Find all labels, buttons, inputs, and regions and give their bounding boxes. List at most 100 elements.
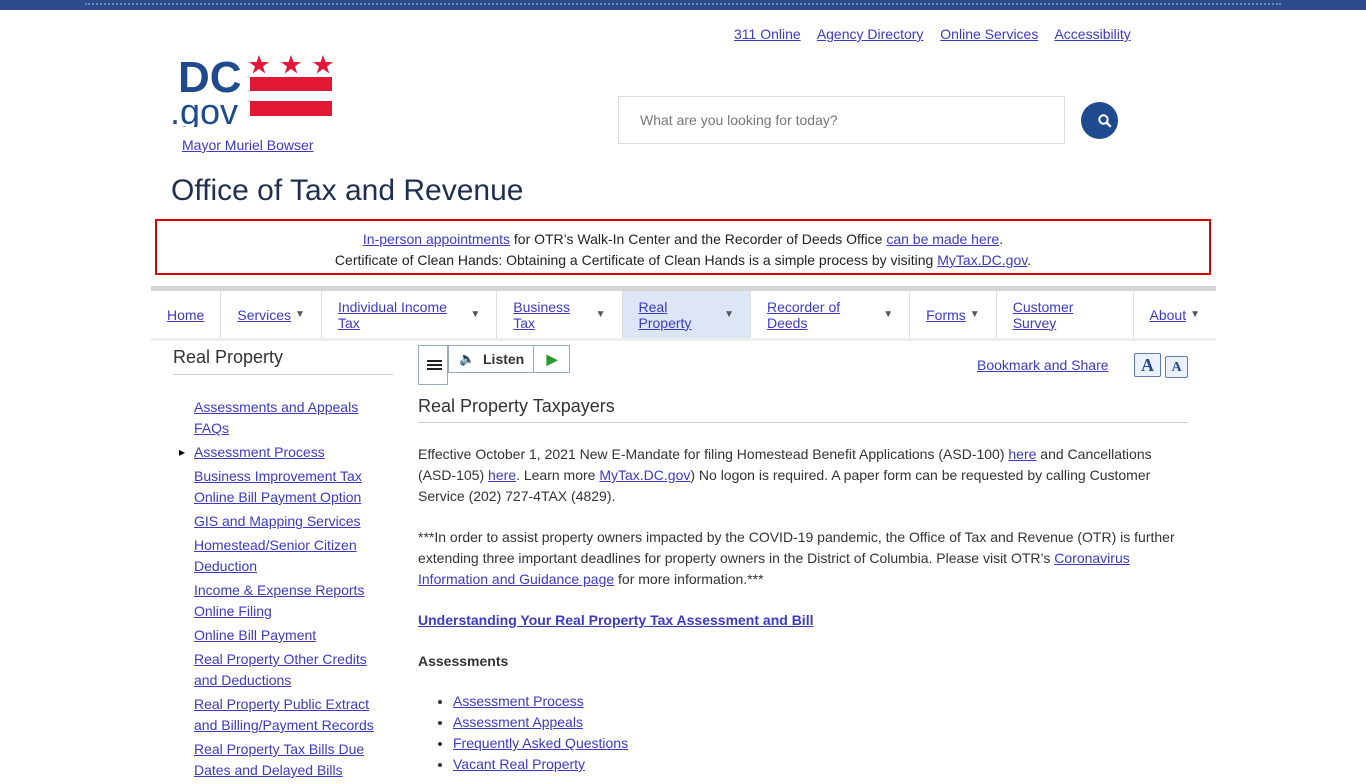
caret-down-icon[interactable]: ▼ [970, 309, 980, 320]
utility-link-311[interactable]: 311 Online [734, 26, 801, 42]
nav-link-customer-survey[interactable]: Customer Survey [1013, 299, 1117, 331]
nav-item-recorder-of-deeds[interactable]: Recorder of Deeds ▼ [751, 291, 911, 338]
assessment-process-link[interactable]: Assessment Process [453, 693, 584, 709]
nav-item-individual-income-tax[interactable]: Individual Income Tax ▼ [322, 291, 498, 338]
sidebar-link-homestead[interactable]: Homestead/Senior Citizen Deduction [194, 537, 357, 574]
sidebar-item: Real Property Other Credits and Deductio… [194, 649, 393, 691]
caret-down-icon[interactable]: ▼ [883, 309, 893, 320]
alert-banner: In-person appointments for OTR’s Walk-In… [155, 219, 1211, 275]
sidebar-link-tax-bills-due-dates[interactable]: Real Property Tax Bills Due Dates and De… [194, 741, 364, 778]
nav-item-real-property[interactable]: Real Property ▼ [622, 291, 751, 338]
readspeaker-menu-button[interactable] [418, 345, 448, 385]
site-title: Office of Tax and Revenue [171, 174, 524, 207]
asd105-here-link[interactable]: here [488, 467, 516, 483]
search-button[interactable] [1081, 102, 1118, 139]
play-icon[interactable]: ▶ [533, 346, 570, 372]
alert-line2-end: . [1027, 252, 1032, 268]
nav-link-business-tax[interactable]: Business Tax [513, 299, 591, 331]
nav-item-home[interactable]: Home [151, 291, 222, 338]
caret-down-icon[interactable]: ▼ [724, 309, 734, 320]
logo-stars [249, 55, 333, 74]
alert-line1-text: for OTR’s Walk-In Center and the Recorde… [510, 231, 887, 247]
understanding-paragraph: Understanding Your Real Property Tax Ass… [418, 610, 1188, 631]
sidebar-link-assessment-process[interactable]: Assessment Process [194, 444, 325, 460]
alert-made-here-link[interactable]: can be made here [886, 231, 999, 247]
sidebar-link-assessments-appeals-faqs[interactable]: Assessments and Appeals FAQs [194, 399, 358, 436]
utility-link-agency-directory[interactable]: Agency Directory [817, 26, 924, 42]
speaker-icon: 🔈 [459, 351, 476, 366]
sidebar-link-income-expense[interactable]: Income & Expense Reports Online Filing [194, 582, 364, 619]
understanding-assessment-link[interactable]: Understanding Your Real Property Tax Ass… [418, 612, 813, 628]
nav-link-services[interactable]: Services [237, 307, 291, 323]
asd100-here-link[interactable]: here [1008, 446, 1036, 462]
alert-line-1: In-person appointments for OTR’s Walk-In… [157, 229, 1209, 250]
sidebar-item: Assessments and Appeals FAQs [194, 397, 393, 439]
sidebar: Real Property Assessments and Appeals FA… [173, 347, 393, 784]
sidebar-item: GIS and Mapping Services [194, 511, 393, 532]
sidebar-link-public-extract[interactable]: Real Property Public Extract and Billing… [194, 696, 374, 733]
dc-gov-logo[interactable]: DC .gov [170, 52, 335, 127]
top-bar [0, 0, 1366, 10]
caret-down-icon[interactable]: ▼ [470, 309, 480, 320]
caret-down-icon[interactable]: ▼ [295, 309, 305, 320]
sidebar-link-business-improvement-tax[interactable]: Business Improvement Tax Online Bill Pay… [194, 468, 362, 505]
listen-button[interactable]: 🔈 Listen ▶ [448, 345, 570, 373]
font-increase-button[interactable]: A [1134, 353, 1161, 377]
assessment-appeals-link[interactable]: Assessment Appeals [453, 714, 583, 730]
mytax-link[interactable]: MyTax.DC.gov [599, 467, 690, 483]
nav-item-about[interactable]: About ▼ [1134, 291, 1217, 338]
logo-stripe-bottom [250, 101, 332, 116]
p2-text-2: for more information.*** [614, 571, 764, 587]
bookmark-share-link[interactable]: Bookmark and Share [977, 357, 1109, 373]
assessments-heading: Assessments [418, 653, 509, 669]
nav-link-forms[interactable]: Forms [926, 307, 966, 323]
nav-link-real-property[interactable]: Real Property [639, 299, 721, 331]
search-input[interactable] [638, 97, 1042, 143]
font-decrease-button[interactable]: A [1165, 356, 1188, 378]
nav-item-customer-survey[interactable]: Customer Survey [997, 291, 1134, 338]
list-item: Assessment Process [453, 691, 1188, 712]
utility-nav: 311 Online Agency Directory Online Servi… [734, 26, 1144, 42]
p1-text-1: Effective October 1, 2021 New E-Mandate … [418, 446, 1009, 462]
sidebar-link-gis-mapping[interactable]: GIS and Mapping Services [194, 513, 361, 529]
emandate-paragraph: Effective October 1, 2021 New E-Mandate … [418, 444, 1188, 507]
search-box [618, 96, 1065, 144]
faq-link[interactable]: Frequently Asked Questions [453, 735, 628, 751]
alert-mytax-link[interactable]: MyTax.DC.gov [937, 252, 1027, 268]
covid-paragraph: ***In order to assist property owners im… [418, 527, 1188, 590]
nav-link-about[interactable]: About [1150, 307, 1187, 323]
search-icon [1098, 114, 1112, 128]
sidebar-item-current: Assessment Process [179, 442, 393, 463]
alert-line2-text: Certificate of Clean Hands: Obtaining a … [334, 252, 938, 268]
mayor-link[interactable]: Mayor Muriel Bowser [182, 137, 313, 153]
sidebar-item: Online Bill Payment [194, 625, 393, 646]
sidebar-link-other-credits[interactable]: Real Property Other Credits and Deductio… [194, 651, 367, 688]
list-item: Assessment Appeals [453, 712, 1188, 733]
main-content: Real Property Taxpayers Effective Octobe… [418, 396, 1188, 775]
nav-link-individual-income-tax[interactable]: Individual Income Tax [338, 299, 466, 331]
logo-stripe-top [250, 77, 332, 91]
sidebar-item: Business Improvement Tax Online Bill Pay… [194, 466, 393, 508]
alert-line1-end: . [999, 231, 1004, 247]
utility-link-accessibility[interactable]: Accessibility [1054, 26, 1130, 42]
main-nav: Home Services ▼ Individual Income Tax ▼ Bu… [151, 286, 1216, 341]
nav-item-business-tax[interactable]: Business Tax ▼ [497, 291, 623, 338]
nav-link-recorder-of-deeds[interactable]: Recorder of Deeds [767, 299, 879, 331]
sidebar-link-online-bill-payment[interactable]: Online Bill Payment [194, 627, 316, 643]
sidebar-item: Homestead/Senior Citizen Deduction [194, 535, 393, 577]
utility-link-online-services[interactable]: Online Services [940, 26, 1038, 42]
p1-text-3: . Learn more [516, 467, 600, 483]
nav-item-services[interactable]: Services ▼ [221, 291, 322, 338]
nav-link-home[interactable]: Home [167, 307, 204, 323]
list-item: Frequently Asked Questions [453, 733, 1188, 754]
page-title: Real Property Taxpayers [418, 396, 1188, 423]
caret-down-icon[interactable]: ▼ [596, 309, 606, 320]
alert-appointments-link[interactable]: In-person appointments [363, 231, 510, 247]
nav-item-forms[interactable]: Forms ▼ [910, 291, 997, 338]
listen-label: Listen [483, 351, 525, 367]
caret-down-icon[interactable]: ▼ [1190, 309, 1200, 320]
list-item: Vacant Real Property [453, 754, 1188, 775]
sidebar-title: Real Property [173, 347, 393, 375]
sidebar-item: Real Property Public Extract and Billing… [194, 694, 393, 736]
vacant-property-link[interactable]: Vacant Real Property [453, 756, 585, 772]
